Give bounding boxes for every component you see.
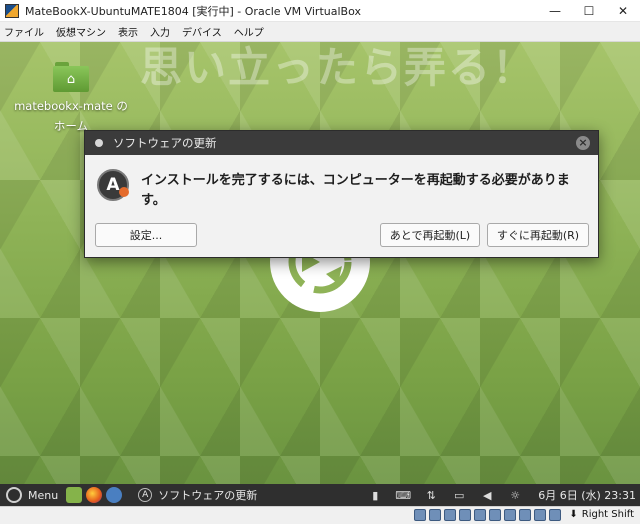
host-key-indicator: ⬇ Right Shift [569, 509, 634, 520]
taskbar-item-software-update[interactable]: A ソフトウェアの更新 [138, 487, 257, 503]
home-folder-icon: ⌂ [53, 62, 89, 92]
home-folder-desktop-icon[interactable]: ⌂ matebookx-mate の ホーム [12, 62, 130, 136]
software-update-dialog: ソフトウェアの更新 × A インストールを完了するには、コンピューターを再起動す… [84, 130, 599, 258]
restart-later-button[interactable]: あとで再起動(L) [380, 223, 480, 247]
audio-status-icon[interactable] [444, 509, 456, 521]
display-status-icon[interactable] [504, 509, 516, 521]
keyboard-icon[interactable]: ⌨ [394, 488, 412, 502]
device-status-icons [414, 509, 564, 521]
menu-file[interactable]: ファイル [4, 24, 44, 39]
brightness-icon[interactable]: ☼ [506, 488, 524, 502]
battery-icon[interactable]: ▭ [450, 488, 468, 502]
menu-machine[interactable]: 仮想マシン [56, 24, 106, 39]
cpu-status-icon[interactable] [534, 509, 546, 521]
menu-help[interactable]: ヘルプ [234, 24, 264, 39]
window-controls: — ☐ ✕ [538, 0, 640, 22]
settings-button[interactable]: 設定... [95, 223, 197, 247]
menu-devices[interactable]: デバイス [182, 24, 222, 39]
dialog-message: インストールを完了するには、コンピューターを再起動する必要があります。 [141, 173, 570, 208]
taskbar-item-label: ソフトウェアの更新 [158, 489, 258, 502]
host-statusbar: ⬇ Right Shift [0, 506, 640, 524]
minimize-button[interactable]: — [538, 0, 572, 22]
optical-drive-status-icon[interactable] [429, 509, 441, 521]
mouse-integration-status-icon[interactable] [549, 509, 561, 521]
dialog-pin-icon [95, 139, 103, 147]
firefox-launcher-icon[interactable] [86, 487, 103, 503]
guest-desktop: 思い立ったら弄る！ ⌂ matebookx-mate の ホーム [0, 42, 640, 484]
panel-clock[interactable]: 6月 6日 (水) 23:31 [538, 487, 636, 503]
dialog-close-icon[interactable]: × [576, 136, 590, 150]
host-menubar: ファイル 仮想マシン 表示 入力 デバイス ヘルプ [0, 22, 640, 42]
desktop-watermark: 思い立ったら弄る！ [140, 43, 537, 92]
window-title: MateBookX-UbuntuMATE1804 [実行中] - Oracle … [25, 4, 361, 18]
menu-input[interactable]: 入力 [150, 24, 170, 39]
restart-now-button[interactable]: すぐに再起動(R) [487, 223, 589, 247]
dialog-titlebar: ソフトウェアの更新 × [85, 131, 598, 155]
maximize-button[interactable]: ☐ [572, 0, 606, 22]
mail-launcher-icon[interactable] [106, 487, 123, 503]
hdd-status-icon[interactable] [414, 509, 426, 521]
clipboard-icon[interactable]: ▮ [366, 488, 384, 502]
menu-button-label[interactable]: Menu [28, 489, 58, 502]
network-icon[interactable]: ⇅ [422, 488, 440, 502]
home-folder-label-line1: matebookx-mate の [14, 99, 128, 113]
usb-status-icon[interactable] [474, 509, 486, 521]
recording-status-icon[interactable] [519, 509, 531, 521]
guest-bottom-panel: Menu A ソフトウェアの更新 ▮ ⌨ ⇅ ▭ ◀ ☼ 6月 6日 (水) 2… [0, 484, 640, 506]
shared-folder-status-icon[interactable] [489, 509, 501, 521]
network-status-icon[interactable] [459, 509, 471, 521]
terminal-launcher-icon[interactable] [66, 487, 83, 503]
host-key-label: Right Shift [581, 509, 634, 520]
host-key-arrow-icon: ⬇ [569, 509, 578, 520]
mate-menu-icon[interactable] [6, 487, 22, 503]
menu-view[interactable]: 表示 [118, 24, 138, 39]
volume-icon[interactable]: ◀ [478, 488, 496, 502]
software-updater-icon: A [97, 169, 129, 201]
virtualbox-app-icon [5, 3, 19, 18]
software-updater-task-icon: A [138, 488, 153, 502]
close-button[interactable]: ✕ [606, 0, 640, 22]
host-titlebar: MateBookX-UbuntuMATE1804 [実行中] - Oracle … [0, 0, 640, 22]
dialog-title: ソフトウェアの更新 [113, 136, 217, 150]
system-tray: ▮ ⌨ ⇅ ▭ ◀ ☼ 6月 6日 (水) 23:31 [356, 484, 636, 506]
